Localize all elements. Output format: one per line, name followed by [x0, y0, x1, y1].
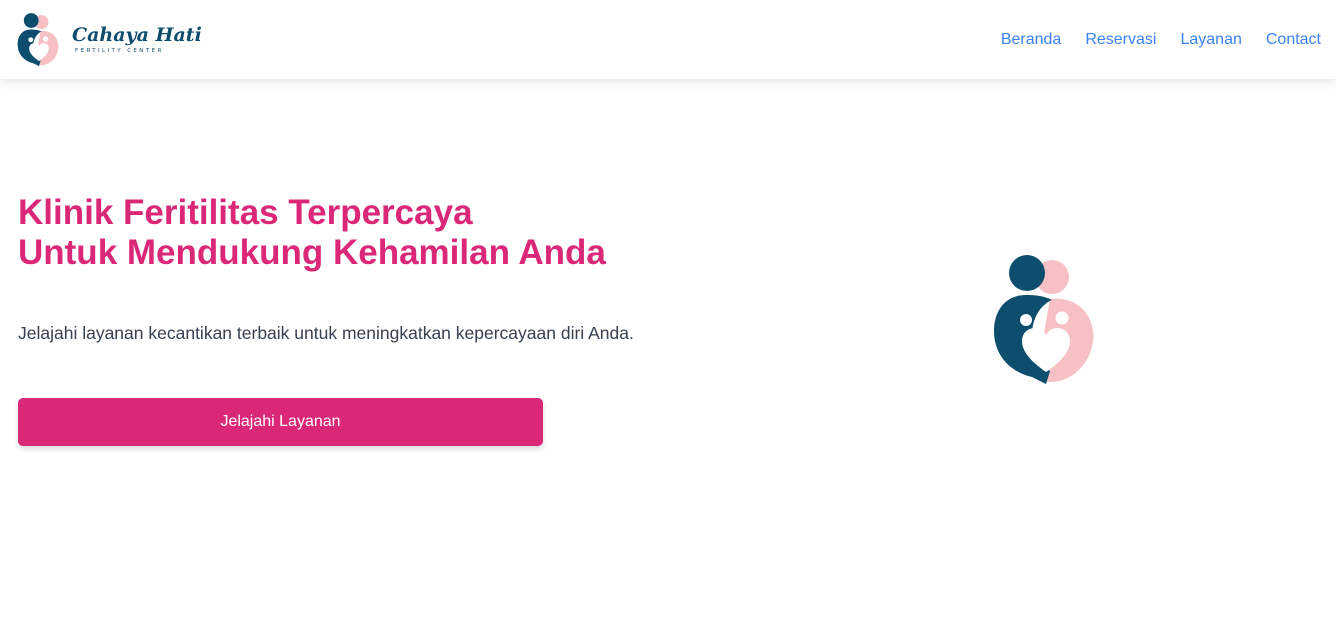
hero-section: Klinik Feritilitas Terpercaya Untuk Mend…	[0, 79, 1336, 623]
nav-menu: Beranda Reservasi Layanan Contact	[977, 30, 1321, 50]
nav-link-contact[interactable]: Contact	[1266, 30, 1321, 50]
hero-description: Jelajahi layanan kecantikan terbaik untu…	[18, 323, 634, 343]
navbar: Cahaya Hati FERTILITY CENTER Beranda Res…	[0, 0, 1336, 79]
family-heart-logo-icon	[994, 255, 1094, 384]
brand-text: Cahaya Hati FERTILITY CENTER	[72, 24, 202, 55]
hero-title-line-2: Untuk Mendukung Kehamilan Anda	[18, 233, 606, 272]
nav-link-beranda[interactable]: Beranda	[1001, 30, 1062, 50]
nav-link-layanan[interactable]: Layanan	[1180, 30, 1241, 50]
brand-name: Cahaya Hati	[72, 24, 202, 46]
explore-services-button[interactable]: Jelajahi Layanan	[18, 398, 543, 446]
family-heart-logo-icon	[17, 12, 59, 66]
brand-subtitle: FERTILITY CENTER	[75, 48, 164, 54]
brand-logo-link[interactable]: Cahaya Hati FERTILITY CENTER	[16, 11, 202, 69]
nav-link-reservasi[interactable]: Reservasi	[1085, 30, 1156, 50]
hero-title-line-1: Klinik Feritilitas Terpercaya	[18, 193, 473, 232]
hero-title: Klinik Feritilitas Terpercaya Untuk Mend…	[18, 193, 606, 273]
